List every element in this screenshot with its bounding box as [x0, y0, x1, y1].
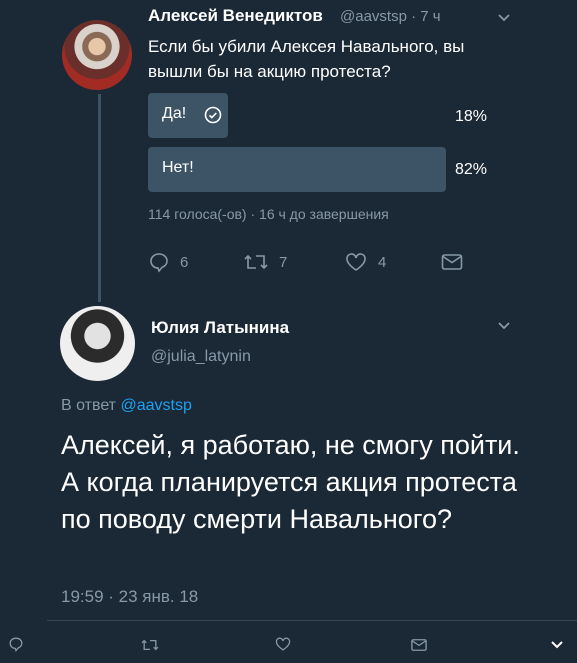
reply-prefix: В ответ [61, 397, 117, 414]
message-icon[interactable] [410, 637, 428, 653]
divider [47, 620, 577, 621]
like-count: 4 [378, 253, 387, 271]
reply-button[interactable]: 6 [148, 251, 188, 273]
avatar[interactable] [62, 20, 132, 90]
author-handle[interactable]: @julia_latynin [151, 348, 251, 366]
poll-option-label: Да! [162, 105, 187, 122]
reply-handle-link[interactable]: @aavstsp [120, 397, 191, 414]
poll-option-percent: 18% [455, 108, 488, 125]
like-button[interactable]: 4 [344, 251, 386, 273]
poll-option-percent: 82% [455, 161, 488, 178]
author-handle-time: @aavstsp · 7 ч [340, 8, 441, 25]
retweet-icon [243, 251, 269, 273]
reply-count: 6 [180, 253, 189, 271]
retweet-icon[interactable] [140, 637, 160, 653]
check-circle-icon [204, 106, 222, 124]
like-icon[interactable] [274, 636, 292, 652]
reply-icon[interactable] [8, 636, 24, 652]
author-handle[interactable]: @aavstsp [340, 8, 407, 25]
like-icon [344, 251, 368, 273]
retweet-button[interactable]: 7 [243, 251, 287, 273]
tweet-text: Если бы убили Алексея Навального, вы выш… [148, 37, 465, 81]
avatar[interactable] [60, 306, 135, 381]
poll-meta: 114 голоса(-ов) · 16 ч до завершения [148, 206, 389, 222]
reply-context: В ответ @aavstsp [61, 397, 192, 415]
retweet-count: 7 [279, 253, 288, 271]
tweet-text: Алексей, я работаю, не смогу пойти. А ко… [61, 430, 520, 534]
tweet-time: · 7 ч [411, 8, 441, 25]
tweet-timestamp: 19:59 · 23 янв. 18 [61, 587, 199, 606]
chevron-down-icon[interactable] [496, 318, 512, 334]
chevron-down-icon[interactable] [496, 10, 512, 26]
chevron-down-icon[interactable] [548, 637, 566, 653]
poll-option-label: Нет! [162, 159, 194, 176]
author-name[interactable]: Алексей Венедиктов [148, 6, 323, 26]
author-name[interactable]: Юлия Латынина [151, 318, 289, 338]
reply-icon [148, 251, 170, 273]
message-icon[interactable] [440, 252, 464, 272]
thread-line [98, 94, 101, 302]
